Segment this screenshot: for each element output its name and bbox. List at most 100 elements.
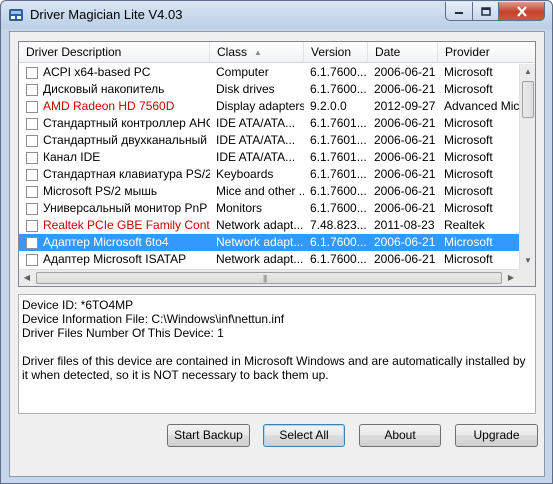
table-row[interactable]: Дисковый накопитель Disk drives 6.1.7600..… [19, 81, 519, 98]
table-row[interactable]: Канал IDE IDE ATA/ATA... 6.1.7601... 2006-0… [19, 149, 519, 166]
driver-description: Стандартная клавиатура PS/2 [43, 167, 210, 181]
row-checkbox[interactable] [26, 134, 38, 147]
row-checkbox[interactable] [26, 202, 38, 215]
driver-description-cell: Адаптер Microsoft 6to4 [19, 234, 210, 251]
driver-date: 2006-06-21 [374, 82, 436, 96]
row-checkbox[interactable] [26, 219, 38, 232]
table-row[interactable]: Стандартная клавиатура PS/2 Keyboards 6.1.… [19, 166, 519, 183]
scrollbar-corner [519, 269, 535, 286]
row-checkbox[interactable] [26, 117, 38, 130]
column-header-class[interactable]: Class ▲ [210, 42, 304, 63]
table-row[interactable]: Microsoft PS/2 мышь Mice and other ... 6.1… [19, 183, 519, 200]
table-row[interactable]: Адаптер Microsoft ISATAP Network adapt...… [19, 251, 519, 268]
driver-class: IDE ATA/ATA... [216, 133, 296, 147]
about-button[interactable]: About [359, 424, 441, 447]
driver-date: 2006-06-21 [374, 201, 436, 215]
row-checkbox[interactable] [26, 100, 38, 113]
driver-description: Стандартный контроллер AHCI... [43, 116, 210, 130]
grip-icon: ||| [263, 274, 267, 283]
driver-description-cell: Канал IDE [19, 149, 210, 166]
driver-date: 2012-09-27 [374, 99, 436, 113]
device-id-text: Device ID: *6TO4MP [22, 298, 134, 312]
driver-description-cell: Адаптер Microsoft ISATAP [19, 251, 210, 268]
driver-provider: Microsoft [444, 235, 493, 249]
driver-provider: Microsoft [444, 184, 493, 198]
column-header-provider[interactable]: Provider [438, 42, 535, 63]
driver-description: Дисковый накопитель [43, 82, 165, 96]
driver-class: Network adapt... [216, 235, 304, 249]
driver-version: 6.1.7601... [310, 167, 367, 181]
driver-provider: Advanced Micro [444, 99, 519, 113]
minimize-button[interactable] [445, 2, 473, 21]
driver-version: 6.1.7600... [310, 65, 367, 79]
driver-description-cell: AMD Radeon HD 7560D [19, 98, 210, 115]
driver-provider: Microsoft [444, 116, 493, 130]
driver-description: Стандартный двухканальный к... [43, 133, 210, 147]
horizontal-scrollbar[interactable]: ◀ ||| ▶ [19, 269, 519, 286]
driver-description-cell: Realtek PCIe GBE Family Controller [19, 217, 210, 234]
driver-files-count-text: Driver Files Number Of This Device: 1 [22, 326, 224, 340]
table-row[interactable]: AMD Radeon HD 7560D Display adapters 9.2.0… [19, 98, 519, 115]
scroll-right-icon[interactable]: ▶ [503, 270, 519, 286]
driver-class: Network adapt... [216, 218, 304, 232]
device-info-message: Driver files of this device are containe… [22, 354, 526, 382]
table-row[interactable]: ACPI x64-based PC Computer 6.1.7600... 2006… [19, 64, 519, 81]
row-checkbox[interactable] [26, 253, 38, 266]
horizontal-scroll-thumb[interactable]: ||| [36, 272, 502, 284]
driver-description-cell: Дисковый накопитель [19, 81, 210, 98]
sort-ascending-icon: ▲ [254, 48, 262, 57]
driver-date: 2006-06-21 [374, 150, 436, 164]
row-checkbox[interactable] [26, 83, 38, 96]
title-bar[interactable]: Driver Magician Lite V4.03 [1, 1, 552, 29]
upgrade-button[interactable]: Upgrade [455, 424, 538, 447]
driver-date: 2006-06-21 [374, 167, 436, 181]
driver-description: AMD Radeon HD 7560D [43, 99, 175, 113]
table-row[interactable]: Адаптер Microsoft 6to4 Network adapt... 6.… [19, 234, 519, 251]
vertical-scroll-thumb[interactable] [522, 81, 534, 118]
app-icon [9, 9, 23, 21]
row-checkbox[interactable] [26, 185, 38, 198]
table-row[interactable]: Стандартный контроллер AHCI... IDE ATA/AT… [19, 115, 519, 132]
column-header-date[interactable]: Date [368, 42, 438, 63]
driver-date: 2006-06-21 [374, 184, 436, 198]
app-window: Driver Magician Lite V4.03 Driver Descri… [0, 0, 553, 484]
select-all-button[interactable]: Select All [263, 424, 345, 447]
driver-version: 7.48.823... [310, 218, 367, 232]
driver-description-cell: Стандартный контроллер AHCI... [19, 115, 210, 132]
driver-provider: Microsoft [444, 252, 493, 266]
row-checkbox[interactable] [26, 151, 38, 164]
row-checkbox[interactable] [26, 66, 38, 79]
row-checkbox[interactable] [26, 168, 38, 181]
scroll-up-icon[interactable]: ▲ [520, 64, 535, 80]
device-info-panel[interactable]: Device ID: *6TO4MP Device Information Fi… [18, 294, 536, 414]
maximize-button[interactable] [472, 2, 499, 21]
table-row[interactable]: Стандартный двухканальный к... IDE ATA/AT… [19, 132, 519, 149]
driver-date: 2006-06-21 [374, 235, 436, 249]
driver-version: 6.1.7600... [310, 184, 367, 198]
column-header-version[interactable]: Version [304, 42, 368, 63]
driver-provider: Realtek [444, 218, 485, 232]
table-row[interactable]: Realtek PCIe GBE Family Controller Networ… [19, 217, 519, 234]
driver-description-cell: Стандартная клавиатура PS/2 [19, 166, 210, 183]
driver-class: Computer [216, 65, 269, 79]
driver-version: 6.1.7601... [310, 150, 367, 164]
driver-description-cell: Microsoft PS/2 мышь [19, 183, 210, 200]
scroll-down-icon[interactable]: ▼ [520, 253, 535, 269]
driver-date: 2011-08-23 [374, 218, 435, 232]
scroll-left-icon[interactable]: ◀ [19, 270, 35, 286]
table-row[interactable]: Универсальный монитор PnP Monitors 6.1.760… [19, 200, 519, 217]
driver-date: 2006-06-21 [374, 65, 436, 79]
column-header-description[interactable]: Driver Description [19, 42, 210, 63]
vertical-scrollbar[interactable]: ▲ ▼ [519, 64, 535, 269]
row-checkbox[interactable] [26, 236, 38, 249]
driver-description-cell: Универсальный монитор PnP [19, 200, 210, 217]
start-backup-button[interactable]: Start Backup [167, 424, 250, 447]
close-button[interactable] [498, 2, 545, 21]
driver-description: ACPI x64-based PC [43, 65, 151, 79]
list-rows: ACPI x64-based PC Computer 6.1.7600... 2006… [19, 64, 519, 268]
maximize-icon [480, 6, 491, 16]
driver-version: 6.1.7601... [310, 133, 367, 147]
driver-version: 6.1.7600... [310, 235, 367, 249]
driver-list[interactable]: Driver Description Class ▲ Version Date … [18, 41, 536, 287]
driver-date: 2006-06-21 [374, 116, 436, 130]
